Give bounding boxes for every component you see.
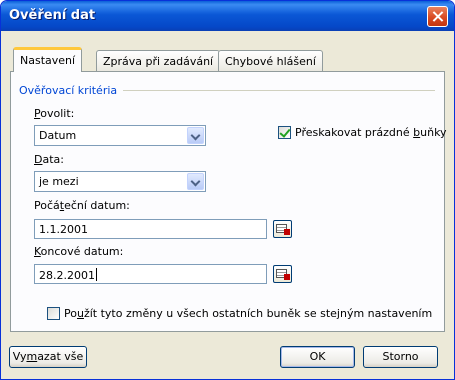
allow-dropdown[interactable]: Datum: [34, 125, 206, 146]
tab-input-message[interactable]: Zpráva při zadávání: [96, 50, 221, 71]
ok-button[interactable]: OK: [280, 346, 355, 368]
title-bar[interactable]: Ověření dat: [1, 1, 454, 31]
apply-to-all-checkbox[interactable]: [47, 307, 60, 320]
ignore-blank-checkbox[interactable]: [278, 126, 291, 139]
data-dropdown[interactable]: je mezi: [34, 171, 206, 192]
end-date-label: Koncové datum:: [34, 245, 124, 258]
chevron-down-icon[interactable]: [187, 173, 204, 190]
data-label: Data:: [34, 153, 64, 166]
start-date-value: 1.1.2001: [39, 223, 88, 236]
chevron-down-icon[interactable]: [187, 127, 204, 144]
tab-error-alert[interactable]: Chybové hlášení: [218, 50, 323, 71]
group-divider: [123, 90, 435, 91]
clear-all-button[interactable]: Vymazat vše: [9, 346, 87, 368]
validation-criteria-group-title: Ověřovací kritéria: [19, 84, 118, 97]
text-cursor: [95, 268, 97, 281]
close-icon[interactable]: [427, 6, 448, 27]
range-selector-icon[interactable]: [273, 220, 292, 238]
allow-label: Povolit:: [34, 107, 75, 120]
start-date-field[interactable]: 1.1.2001: [34, 219, 267, 239]
tab-error-alert-label: Chybové hlášení: [225, 55, 316, 68]
cancel-button[interactable]: Storno: [363, 346, 438, 368]
tab-input-message-label: Zpráva při zadávání: [103, 55, 214, 68]
end-date-value: 28.2.2001: [39, 268, 97, 282]
tab-settings[interactable]: Nastavení: [13, 47, 83, 72]
data-dropdown-value: je mezi: [39, 175, 79, 188]
dialog-title: Ověření dat: [9, 8, 96, 23]
ignore-blank-label[interactable]: Přeskakovat prázdné buňky: [295, 126, 447, 139]
tab-settings-label: Nastavení: [20, 54, 76, 67]
start-date-label: Počáteční datum:: [34, 199, 130, 212]
end-date-field[interactable]: 28.2.2001: [34, 264, 267, 284]
data-validation-dialog: Ověření dat Nastavení Zpráva při zadáván…: [0, 0, 455, 380]
range-selector-icon[interactable]: [273, 265, 292, 283]
apply-to-all-label[interactable]: Použít tyto změny u všech ostatních buně…: [64, 307, 432, 320]
allow-dropdown-value: Datum: [39, 129, 77, 142]
